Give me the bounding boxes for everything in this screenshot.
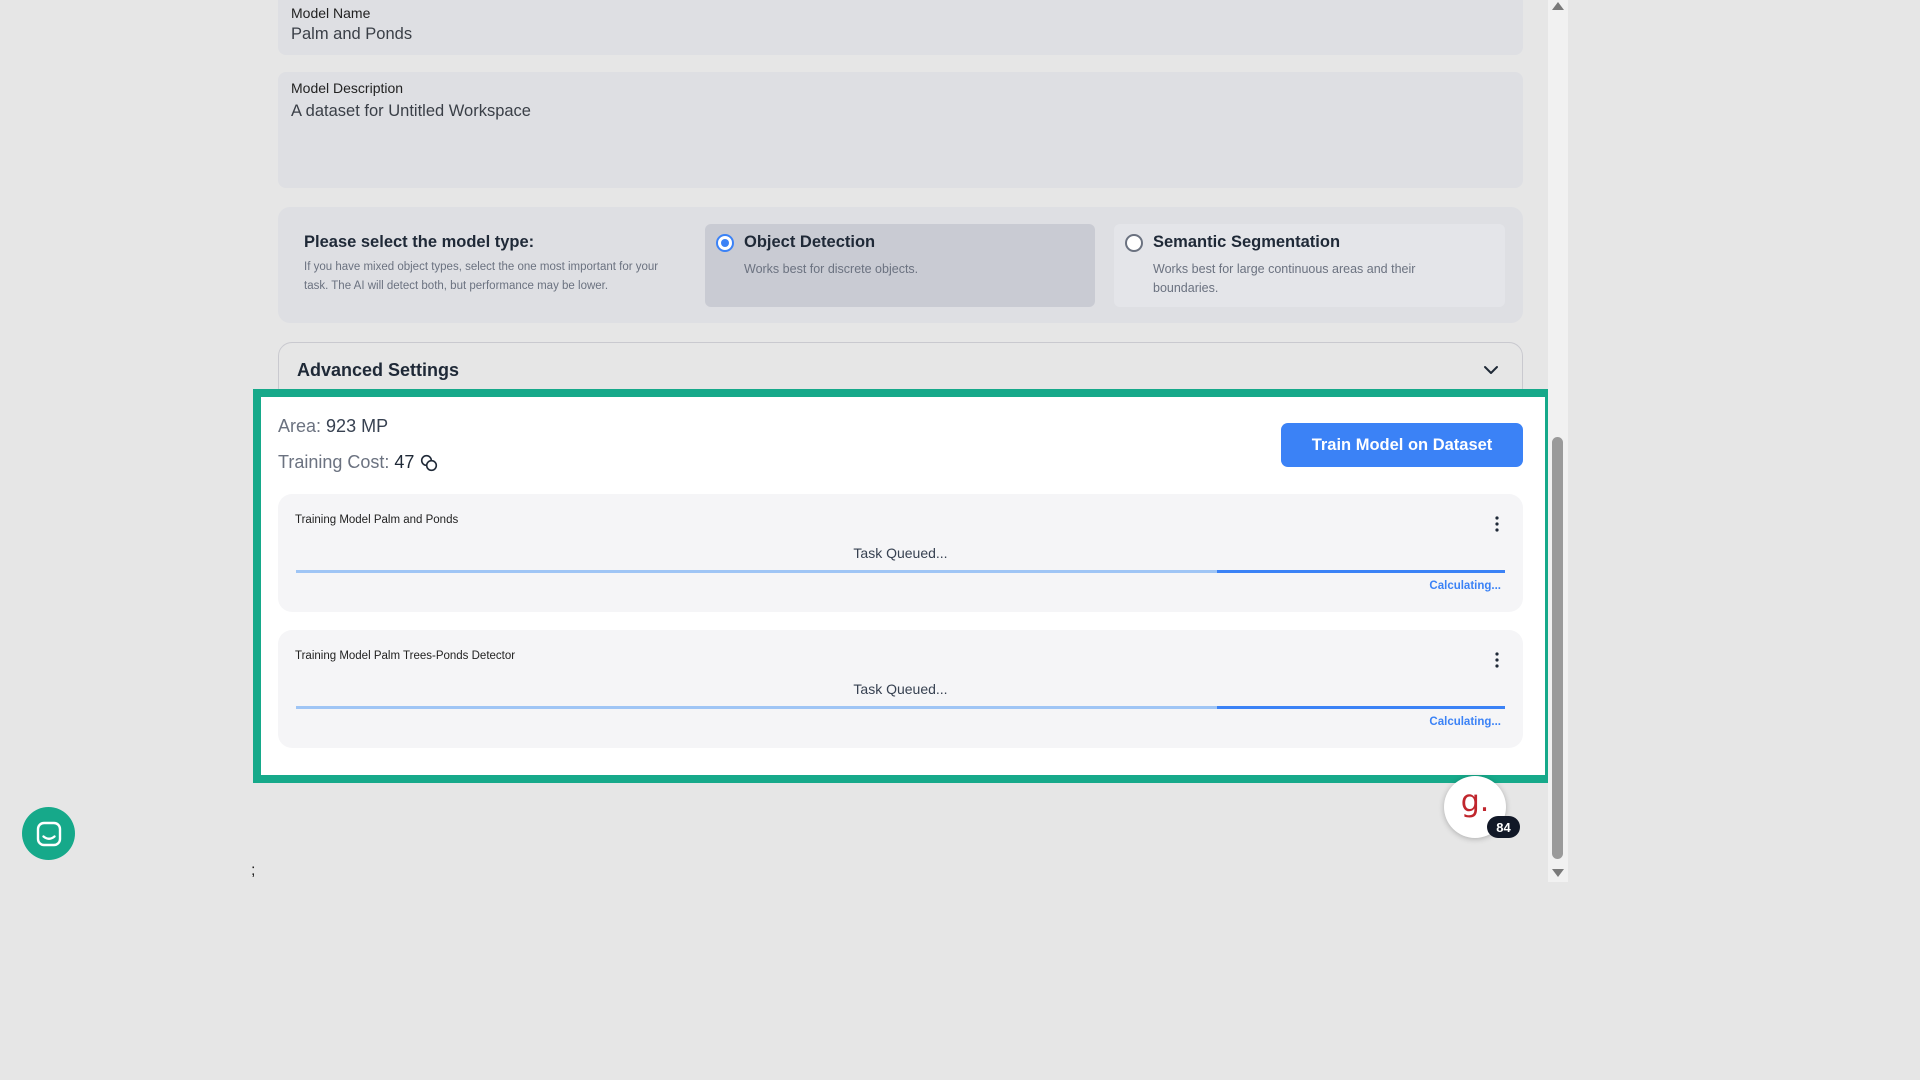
model-name-input[interactable]: Palm and Ponds (291, 25, 1510, 44)
model-name-field[interactable]: Model Name Palm and Ponds (278, 0, 1523, 55)
model-description-label: Model Description (291, 80, 404, 96)
chat-icon (36, 821, 61, 846)
task-progress-bar (296, 570, 1505, 573)
area-value: 923 MP (326, 416, 389, 436)
option-object-detection-description: Works best for discrete objects. (744, 262, 919, 276)
task-progress-indicator (1217, 570, 1505, 573)
notification-widget[interactable]: g. 84 (1444, 776, 1520, 838)
scroll-down-arrow-icon[interactable] (1552, 869, 1564, 877)
task-progress-indicator (1217, 706, 1505, 709)
more-options-icon[interactable] (1487, 650, 1507, 670)
model-type-title: Please select the model type: (304, 233, 535, 251)
area-summary: Area: 923 MP (278, 416, 388, 437)
scrollbar-thumb[interactable] (1552, 437, 1563, 859)
option-semantic-segmentation-title: Semantic Segmentation (1153, 233, 1341, 251)
option-semantic-segmentation[interactable]: Semantic Segmentation Works best for lar… (1114, 224, 1505, 307)
option-object-detection-title: Object Detection (744, 233, 876, 251)
scroll-up-arrow-icon[interactable] (1552, 2, 1564, 10)
training-cost-value: 47 (394, 452, 415, 472)
task-name: Training Model Palm and Ponds (295, 514, 459, 526)
radio-semantic-segmentation[interactable] (1125, 234, 1143, 252)
chat-launcher-button[interactable] (22, 807, 75, 860)
option-object-detection[interactable]: Object Detection Works best for discrete… (705, 224, 1095, 307)
task-status: Task Queued... (853, 681, 948, 697)
model-description-input[interactable]: A dataset for Untitled Workspace (291, 102, 1510, 121)
train-model-button[interactable]: Train Model on Dataset (1281, 423, 1523, 467)
task-name: Training Model Palm Trees-Ponds Detector (295, 650, 516, 662)
more-options-icon[interactable] (1487, 514, 1507, 534)
model-type-help: If you have mixed object types, select t… (304, 261, 659, 292)
model-name-label: Model Name (291, 5, 371, 21)
advanced-settings-title: Advanced Settings (297, 360, 460, 380)
task-card: Training Model Palm and Ponds Task Queue… (278, 494, 1523, 612)
model-type-panel: Please select the model type: If you hav… (278, 207, 1523, 323)
area-label: Area: (278, 416, 322, 436)
task-status: Task Queued... (853, 545, 948, 561)
model-type-prompt: Please select the model type: If you hav… (304, 233, 684, 296)
chevron-down-icon[interactable] (1482, 361, 1500, 379)
training-cost-label: Training Cost: (278, 452, 390, 472)
coins-icon (421, 454, 438, 471)
option-semantic-segmentation-description: Works best for large continuous areas an… (1153, 262, 1416, 295)
radio-object-detection[interactable] (716, 234, 734, 252)
task-card: Training Model Palm Trees-Ponds Detector… (278, 630, 1523, 748)
model-description-field[interactable]: Model Description A dataset for Untitled… (278, 72, 1523, 188)
task-progress-bar (296, 706, 1505, 709)
training-cost-summary: Training Cost: 47 (278, 452, 438, 473)
brand-logo: g. (1460, 784, 1490, 819)
stray-text: ; (251, 862, 256, 879)
notification-count-badge: 84 (1487, 816, 1520, 838)
task-progress-note: Calculating... (1429, 716, 1501, 728)
page-scrollbar[interactable] (1548, 0, 1568, 882)
task-progress-note: Calculating... (1429, 580, 1501, 592)
